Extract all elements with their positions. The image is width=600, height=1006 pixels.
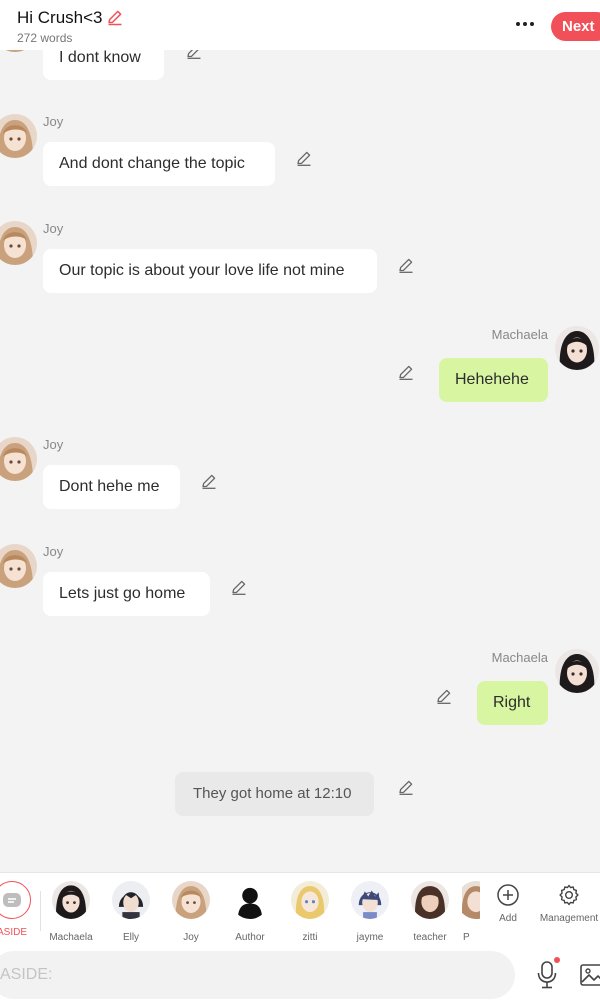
- next-button[interactable]: Next: [551, 12, 600, 41]
- avatar-author: [231, 881, 269, 919]
- management-label: Management: [539, 913, 599, 924]
- image-icon[interactable]: [579, 962, 600, 988]
- story-title-row[interactable]: Hi Crush<3: [17, 8, 124, 28]
- character-label: Author: [235, 932, 265, 943]
- sender-name: Joy: [43, 114, 64, 129]
- sender-name: Joy: [43, 221, 64, 236]
- character-author[interactable]: Author: [222, 881, 278, 943]
- character-aside[interactable]: ASIDE: [0, 881, 40, 938]
- character-jayme[interactable]: jayme: [342, 881, 398, 943]
- character-teacher[interactable]: teacher: [402, 881, 458, 943]
- gear-icon: [559, 884, 579, 906]
- character-label: Machaela: [49, 932, 93, 943]
- character-overflow-clip: P: [462, 873, 480, 945]
- character-label: zitti: [302, 932, 318, 943]
- message-bubble[interactable]: Right: [477, 681, 548, 725]
- message-bubble[interactable]: Our topic is about your love life not mi…: [43, 249, 377, 293]
- edit-message-icon[interactable]: [200, 472, 218, 490]
- aside-icon: [0, 881, 31, 919]
- character-label: P: [463, 932, 470, 943]
- avatar-p: [462, 881, 480, 919]
- top-bar: Hi Crush<3 272 words Next: [0, 0, 600, 50]
- edit-message-icon[interactable]: [295, 149, 313, 167]
- edit-title-icon[interactable]: [106, 8, 124, 26]
- character-label: jayme: [356, 932, 384, 943]
- story-title[interactable]: Hi Crush<3: [17, 8, 103, 28]
- sender-name: Machaela: [491, 650, 548, 665]
- edit-message-icon[interactable]: [230, 578, 248, 596]
- avatar-joy: [172, 881, 210, 919]
- character-label: teacher: [413, 932, 447, 943]
- edit-message-icon[interactable]: [397, 778, 415, 796]
- character-label: ASIDE: [0, 927, 27, 938]
- character-bar: ASIDE Machaela Elly Joy Author zitti jay…: [0, 872, 600, 944]
- recording-dot: [554, 957, 560, 963]
- message-input[interactable]: [0, 951, 515, 999]
- input-area: [0, 944, 600, 1006]
- divider: [40, 891, 41, 931]
- add-icon: [497, 884, 519, 906]
- message-bubble[interactable]: Dont hehe me: [43, 465, 180, 509]
- character-label: Elly: [122, 932, 140, 943]
- more-dot: [516, 22, 520, 26]
- avatar-machaela[interactable]: [555, 326, 599, 370]
- avatar-jayme: [351, 881, 389, 919]
- narration-bubble[interactable]: They got home at 12:10: [175, 772, 374, 816]
- more-dot: [530, 22, 534, 26]
- avatar-machaela[interactable]: [555, 649, 599, 693]
- edit-message-icon[interactable]: [397, 256, 415, 274]
- sender-name: Machaela: [491, 327, 548, 342]
- management-button[interactable]: Management: [536, 881, 600, 924]
- more-options-button[interactable]: [512, 13, 538, 35]
- avatar-elly: [112, 881, 150, 919]
- avatar-teacher: [411, 881, 449, 919]
- character-zitti[interactable]: zitti: [282, 881, 338, 943]
- microphone-icon[interactable]: [535, 960, 559, 990]
- word-count: 272 words: [17, 31, 73, 45]
- add-label: Add: [499, 913, 517, 924]
- message-bubble[interactable]: Lets just go home: [43, 572, 210, 616]
- avatar-joy[interactable]: [0, 114, 37, 158]
- avatar-zitti: [291, 881, 329, 919]
- avatar-joy[interactable]: [0, 221, 37, 265]
- sender-name: Joy: [43, 544, 64, 559]
- character-machaela[interactable]: Machaela: [43, 881, 99, 943]
- edit-message-icon[interactable]: [435, 687, 453, 705]
- message-bubble[interactable]: Hehehehe: [439, 358, 548, 402]
- avatar-machaela: [52, 881, 90, 919]
- avatar-joy[interactable]: [0, 544, 37, 588]
- avatar-joy[interactable]: [0, 437, 37, 481]
- character-p[interactable]: P: [462, 881, 480, 943]
- more-dot: [523, 22, 527, 26]
- character-joy[interactable]: Joy: [163, 881, 219, 943]
- character-elly[interactable]: Elly: [103, 881, 159, 943]
- character-label: Joy: [183, 932, 199, 943]
- add-character-button[interactable]: Add: [486, 881, 530, 924]
- edit-message-icon[interactable]: [397, 363, 415, 381]
- message-bubble[interactable]: And dont change the topic: [43, 142, 275, 186]
- sender-name: Joy: [43, 437, 64, 452]
